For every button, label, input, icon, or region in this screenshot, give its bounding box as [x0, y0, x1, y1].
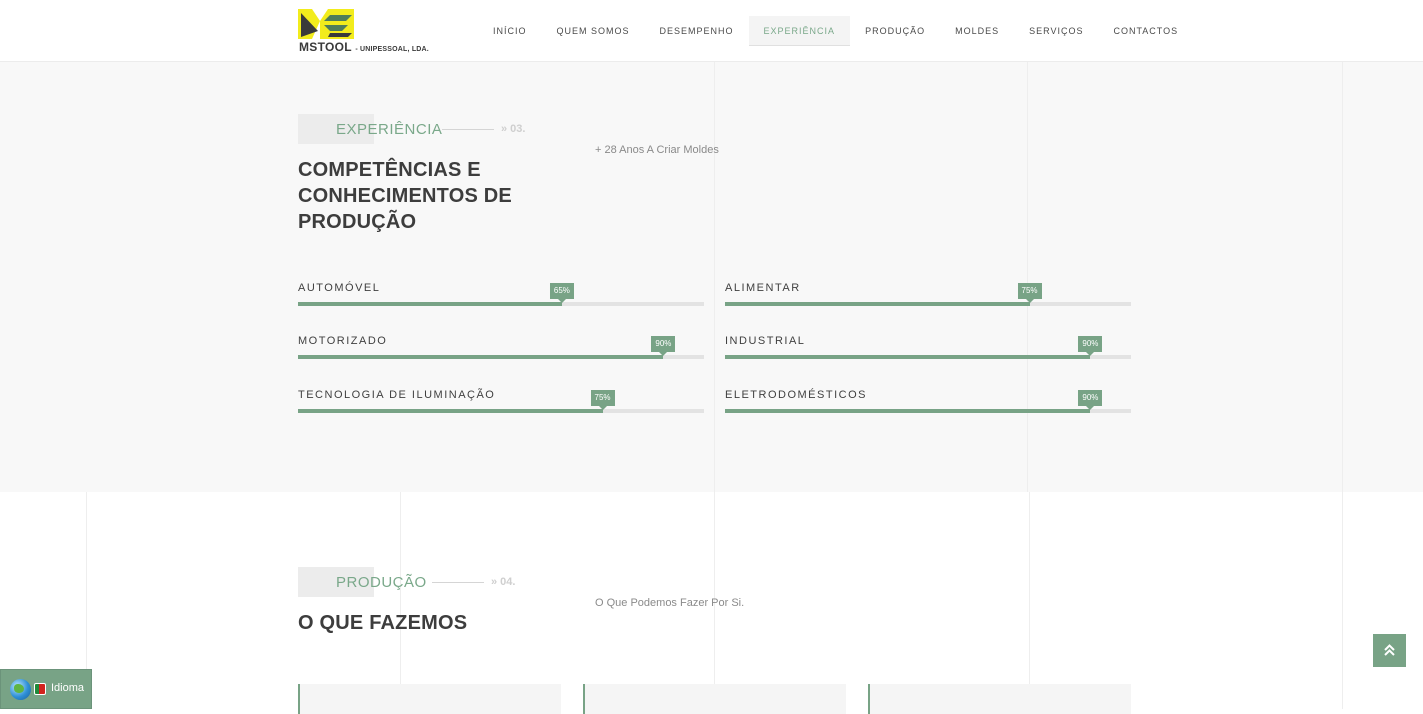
skill-motorizado: MOTORIZADO 90%: [298, 335, 704, 375]
skill-label: ELETRODOMÉSTICOS: [725, 389, 867, 401]
nav-producao[interactable]: PRODUÇÃO: [850, 16, 940, 46]
nav-desempenho[interactable]: DESEMPENHO: [645, 16, 749, 46]
section-subtitle: O Que Podemos Fazer Por Si.: [595, 597, 745, 609]
skill-bar-fill: [725, 409, 1091, 413]
section-title: O QUE FAZEMOS: [298, 612, 468, 634]
site-header: MSTOOL - UNIPESSOAL, LDA. INÍCIO QUEM SO…: [0, 0, 1423, 62]
section-tag-experiencia: EXPERIÊNCIA: [336, 121, 443, 138]
mstool-logo[interactable]: MSTOOL - UNIPESSOAL, LDA.: [298, 9, 438, 55]
skill-eletrodomesticos: ELETRODOMÉSTICOS 90%: [725, 389, 1131, 429]
skill-bar-fill: [725, 355, 1091, 359]
producao-section: PRODUÇÃO » 04. O QUE FAZEMOS O Que Podem…: [0, 492, 1423, 709]
skill-bar-track: 90%: [725, 336, 1131, 359]
skill-label: AUTOMÓVEL: [298, 282, 381, 294]
skill-percent-badge: 75%: [1017, 283, 1042, 303]
skill-bar-fill: [298, 355, 664, 359]
skill-percent-badge: 75%: [590, 390, 615, 410]
skill-alimentar: ALIMENTAR 75%: [725, 282, 1131, 322]
double-chevron-up-icon: [1384, 644, 1395, 656]
section-tag-line: [442, 129, 494, 130]
skill-label: MOTORIZADO: [298, 335, 388, 347]
service-card[interactable]: [583, 684, 846, 714]
skill-percent-badge: 90%: [1078, 390, 1103, 410]
skill-bar-fill: [298, 302, 562, 306]
nav-contactos[interactable]: CONTACTOS: [1098, 16, 1193, 46]
skill-label: ALIMENTAR: [725, 282, 801, 294]
skill-bar-track: 75%: [725, 283, 1131, 306]
logo-text: MSTOOL - UNIPESSOAL, LDA.: [299, 40, 429, 54]
skill-label: INDUSTRIAL: [725, 335, 806, 347]
skill-bar-track: 75%: [298, 390, 704, 413]
main-nav: INÍCIO QUEM SOMOS DESEMPENHO EXPERIÊNCIA…: [478, 16, 1193, 46]
scroll-to-top-button[interactable]: [1373, 634, 1406, 667]
skill-tecnologia-iluminacao: TECNOLOGIA DE ILUMINAÇÃO 75%: [298, 389, 704, 429]
skill-percent-badge: 90%: [1078, 336, 1103, 356]
section-tag-producao: PRODUÇÃO: [336, 574, 427, 591]
section-number: » 04.: [491, 576, 516, 588]
nav-quem-somos[interactable]: QUEM SOMOS: [542, 16, 645, 46]
nav-experiencia[interactable]: EXPERIÊNCIA: [748, 16, 851, 46]
skill-automovel: AUTOMÓVEL 65%: [298, 282, 704, 322]
skill-industrial: INDUSTRIAL 90%: [725, 335, 1131, 375]
skill-bar-track: 90%: [725, 390, 1131, 413]
nav-moldes[interactable]: MOLDES: [940, 16, 1014, 46]
service-card[interactable]: [298, 684, 561, 714]
language-label: Idioma: [51, 682, 85, 694]
section-tag-line: [432, 582, 484, 583]
skill-bar-track: 90%: [298, 336, 704, 359]
section-number: » 03.: [501, 123, 526, 135]
service-card[interactable]: [868, 684, 1131, 714]
skill-bar-fill: [298, 409, 603, 413]
skill-bar-track: 65%: [298, 283, 704, 306]
skill-percent-badge: 65%: [549, 283, 574, 303]
nav-inicio[interactable]: INÍCIO: [478, 16, 542, 46]
language-selector[interactable]: Idioma: [0, 669, 92, 709]
experiencia-section: EXPERIÊNCIA » 03. COMPETÊNCIAS E CONHECI…: [0, 62, 1423, 492]
logo-mark-icon: [298, 9, 354, 39]
skill-label: TECNOLOGIA DE ILUMINAÇÃO: [298, 389, 496, 401]
section-title: COMPETÊNCIAS E CONHECIMENTOS DE PRODUÇÃO: [298, 159, 512, 233]
portugal-flag-icon: [34, 683, 46, 695]
skill-percent-badge: 90%: [651, 336, 676, 356]
globe-icon: [10, 679, 31, 700]
skill-bar-fill: [725, 302, 1030, 306]
section-subtitle: + 28 Anos A Criar Moldes: [595, 144, 719, 156]
nav-servicos[interactable]: SERVIÇOS: [1014, 16, 1098, 46]
